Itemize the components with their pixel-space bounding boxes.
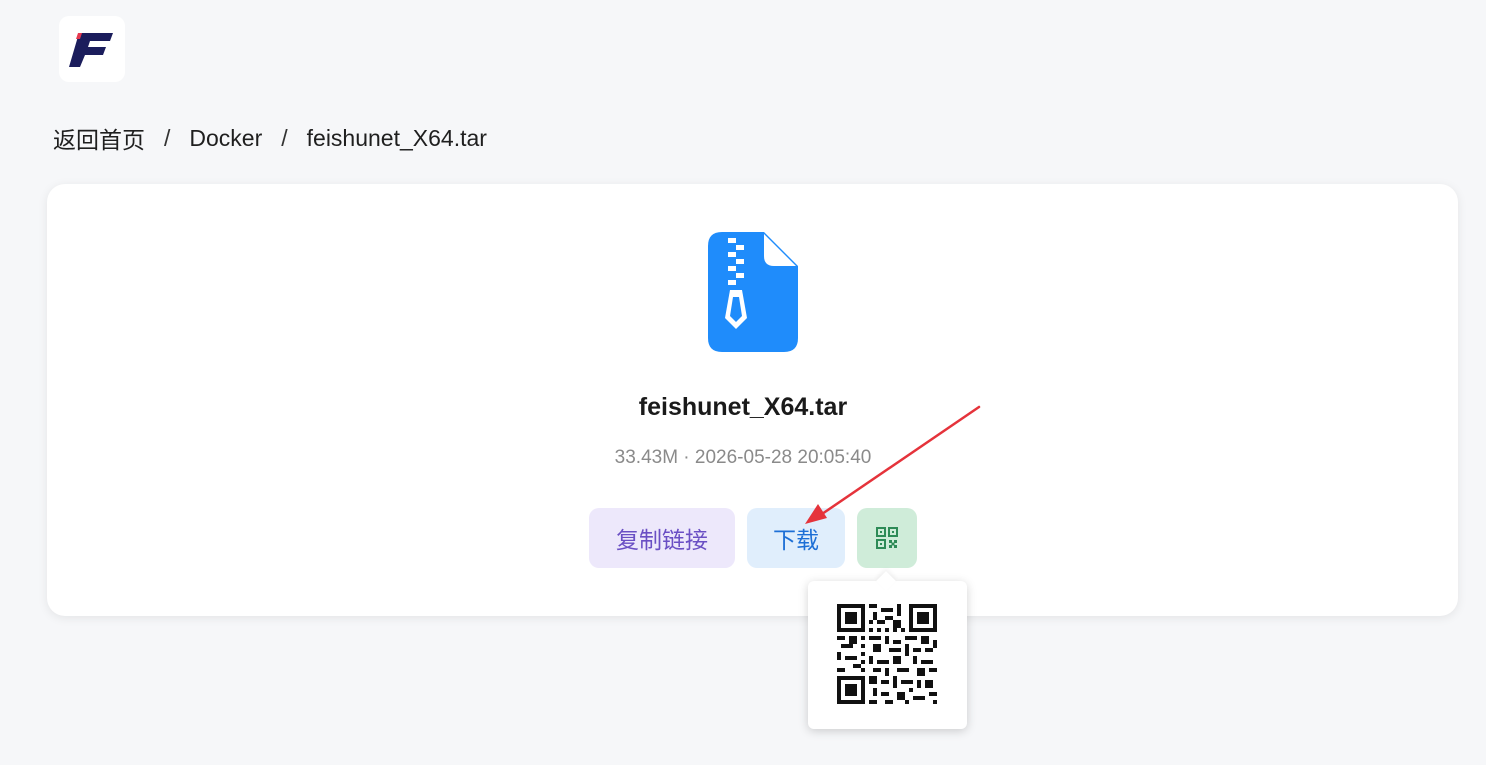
breadcrumb-home[interactable]: 返回首页 [53,121,145,155]
qr-code-button[interactable] [857,508,917,568]
breadcrumb-separator: / [281,124,288,151]
download-button[interactable]: 下载 [747,508,845,568]
breadcrumb-current: feishunet_X64.tar [306,124,487,151]
file-name: feishunet_X64.tar [638,393,848,421]
breadcrumb: 返回首页 / Docker / feishunet_X64.tar [53,122,487,154]
breadcrumb-separator: / [164,124,171,151]
qr-code-image [837,604,937,704]
breadcrumb-folder[interactable]: Docker [189,125,262,152]
zip-file-icon [708,232,798,352]
qr-code-icon [876,527,898,549]
site-logo[interactable] [59,16,125,82]
copy-link-button[interactable]: 复制链接 [589,508,735,568]
file-meta: 33.43M · 2026-05-28 20:05:40 [614,447,872,468]
logo-f-icon [69,33,113,67]
